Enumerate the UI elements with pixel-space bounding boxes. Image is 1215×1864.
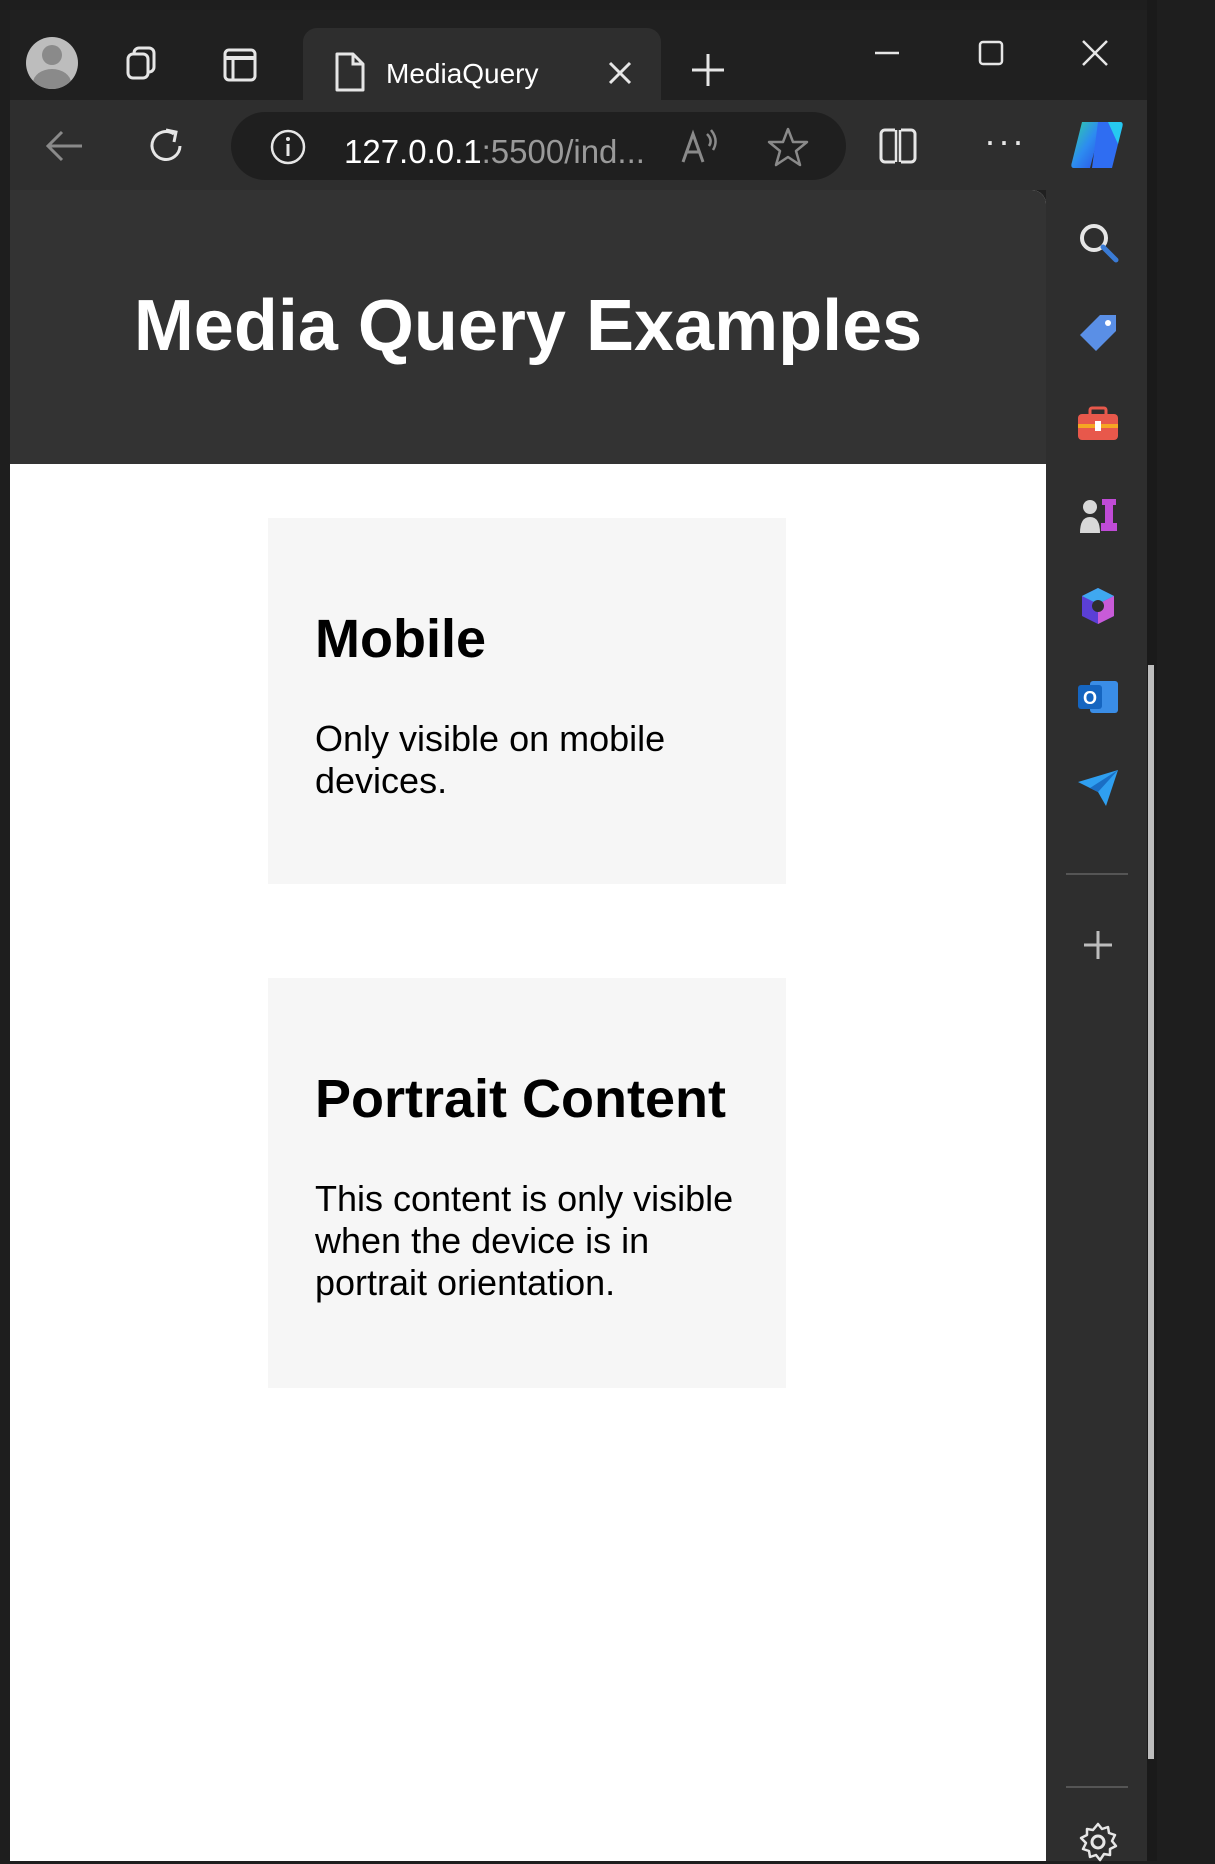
address-url[interactable]: 127.0.0.1:5500/ind... [344, 133, 645, 171]
favorite-star-icon[interactable] [767, 126, 809, 168]
read-aloud-icon[interactable] [679, 128, 719, 166]
sidebar-separator [1066, 1786, 1128, 1788]
games-icon[interactable] [1076, 493, 1120, 537]
page-viewport: Media Query Examples Mobile Only visible… [10, 190, 1046, 1861]
url-host: 127.0.0.1 [344, 133, 482, 170]
edge-sidebar: O [1046, 190, 1147, 1864]
back-icon[interactable] [44, 128, 84, 164]
tab-actions-icon[interactable] [220, 45, 260, 85]
profile-avatar[interactable] [26, 37, 78, 89]
card-heading: Portrait Content [315, 1069, 726, 1129]
tools-icon[interactable] [1076, 402, 1120, 446]
microsoft365-icon[interactable] [1076, 584, 1120, 628]
page-icon [335, 52, 365, 92]
browser-window: MediaQuery 127.0.0.1:5500/ind... ··· Med… [10, 10, 1147, 1864]
split-screen-icon[interactable] [877, 126, 919, 166]
svg-text:O: O [1083, 688, 1097, 708]
maximize-icon[interactable] [976, 38, 1006, 68]
card-text: Only visible on mobile devices. [315, 718, 666, 801]
refresh-icon[interactable] [144, 124, 188, 168]
portrait-card: Portrait Content This content is only vi… [268, 978, 786, 1388]
window-close-icon[interactable] [1080, 38, 1110, 68]
send-icon[interactable] [1076, 766, 1120, 810]
tab-bar: MediaQuery [10, 10, 1147, 100]
tab-title: MediaQuery [386, 58, 539, 89]
url-path: :5500/ind... [481, 133, 645, 170]
tab-mediaquery[interactable]: MediaQuery [303, 28, 661, 100]
more-icon[interactable]: ··· [984, 120, 1026, 162]
new-tab-icon[interactable] [690, 52, 726, 88]
shopping-tag-icon[interactable] [1076, 311, 1120, 355]
address-bar[interactable]: 127.0.0.1:5500/ind... [231, 112, 846, 180]
sidebar-separator [1066, 873, 1128, 875]
info-icon[interactable] [269, 128, 307, 166]
navigation-toolbar: 127.0.0.1:5500/ind... ··· [10, 100, 1147, 190]
add-icon[interactable] [1076, 923, 1120, 967]
card-heading: Mobile [315, 609, 486, 669]
minimize-icon[interactable] [872, 38, 902, 68]
page-header: Media Query Examples [10, 190, 1046, 464]
settings-icon[interactable] [1076, 1820, 1120, 1864]
copilot-icon[interactable] [1068, 118, 1126, 172]
close-icon[interactable] [607, 60, 633, 86]
mobile-card: Mobile Only visible on mobile devices. [268, 518, 786, 884]
scrollbar-thumb[interactable] [1148, 665, 1154, 1759]
search-icon[interactable] [1076, 220, 1120, 264]
page-title: Media Query Examples [133, 286, 923, 366]
card-text: This content is only visible when the de… [315, 1178, 734, 1303]
workspaces-icon[interactable] [122, 42, 162, 82]
outlook-icon[interactable]: O [1076, 675, 1120, 719]
